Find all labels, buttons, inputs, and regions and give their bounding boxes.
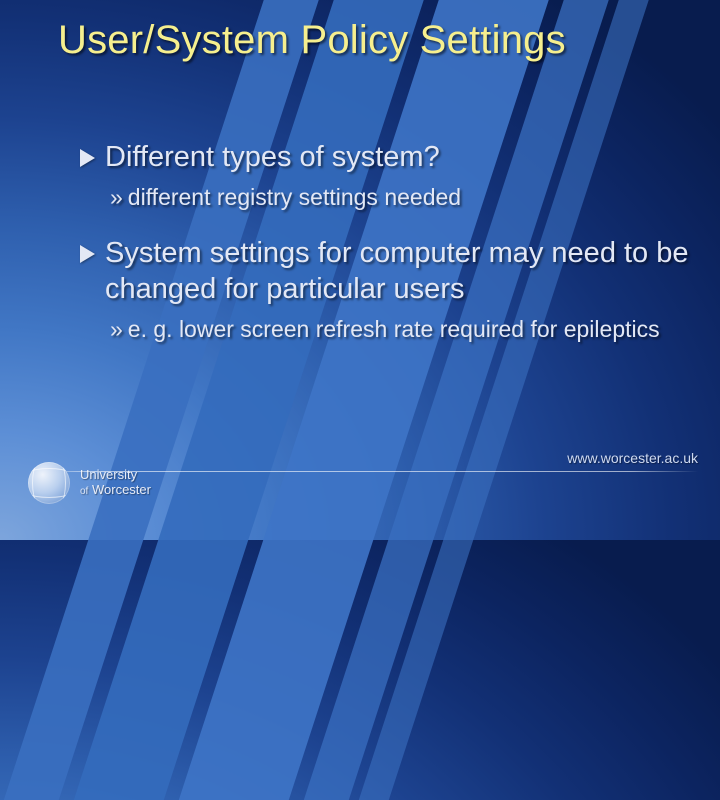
institution-logo: University of Worcester <box>28 462 698 504</box>
slide-footer: www.worcester.ac.uk University of Worces… <box>28 462 698 522</box>
raquo-icon: » <box>110 184 123 210</box>
subbullet-1-text: different registry settings needed <box>128 184 461 210</box>
chevron-right-icon <box>80 245 95 263</box>
bullet-1-text: Different types of system? <box>105 140 440 175</box>
subbullet-2-text: e. g. lower screen refresh rate required… <box>128 316 660 342</box>
background-stripes <box>150 0 570 800</box>
institution-of: of <box>80 486 88 497</box>
raquo-icon: » <box>110 316 123 342</box>
institution-line1: University <box>80 467 137 482</box>
institution-name: University of Worcester <box>80 468 151 497</box>
slide-body: Different types of system? »different re… <box>80 140 690 368</box>
footer-url: www.worcester.ac.uk <box>567 450 698 466</box>
subbullet-2: »e. g. lower screen refresh rate require… <box>110 315 690 344</box>
institution-line2: Worcester <box>92 482 151 497</box>
subbullet-1: »different registry settings needed <box>110 183 690 212</box>
bullet-2-text: System settings for computer may need to… <box>105 236 690 307</box>
slide-title: User/System Policy Settings <box>58 18 700 63</box>
bullet-1: Different types of system? <box>80 140 690 175</box>
globe-icon <box>28 462 70 504</box>
footer-divider <box>28 471 698 472</box>
chevron-right-icon <box>80 149 95 167</box>
bullet-2: System settings for computer may need to… <box>80 236 690 307</box>
